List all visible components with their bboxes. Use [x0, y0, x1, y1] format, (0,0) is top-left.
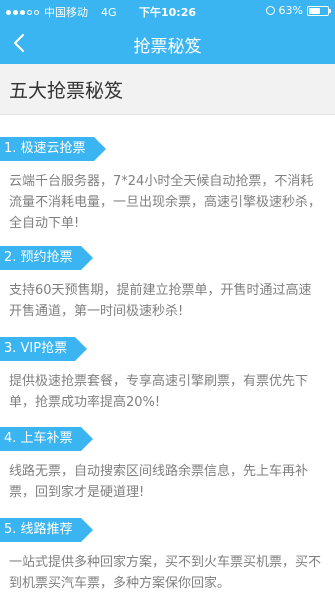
section-text: 线路无票，自动搜索区间线路余票信息，先上车再补票，回到家才是硬道理!: [9, 464, 309, 500]
page-heading: 五大抢票秘笈: [0, 64, 335, 115]
battery-icon: [307, 5, 331, 16]
section-cloud-grab: 1. 极速云抢票 云端千台服务器，7*24小时全天候自动抢票，不消耗流量不消耗电…: [0, 137, 335, 234]
section-text: 提供极速抢票套餐，专享高速引擎刷票，有票优先下单，抢票成功率提高20%!: [9, 374, 309, 410]
page-heading-text: 五大抢票秘笈: [9, 80, 124, 102]
section-tag: 1. 极速云抢票: [0, 137, 106, 161]
section-onboard-ticket: 4. 上车补票 线路无票，自动搜索区间线路余票信息，先上车再补票，回到家才是硬道…: [0, 427, 335, 503]
section-reservation: 2. 预约抢票 支持60天预售期，提前建立抢票单，开售时通过高速开售通道，第一时…: [0, 246, 335, 322]
section-tag: 2. 预约抢票: [0, 246, 93, 270]
battery-percent: 63%: [278, 4, 303, 17]
page-title: 抢票秘笈: [133, 37, 202, 57]
status-bar: 中国移动 4G 下午10:26 63%: [0, 0, 335, 22]
alarm-icon: [265, 6, 275, 15]
section-tag: 3. VIP抢票: [0, 337, 88, 361]
section-tag: 5. 线路推荐: [0, 518, 93, 542]
section-route-recommend: 5. 线路推荐 一站式提供多种回家方案，买不到火车票买机票，买不到机票买汽车票，…: [0, 518, 335, 594]
nav-bar: 抢票秘笈: [0, 22, 335, 64]
section-tag: 4. 上车补票: [0, 427, 93, 451]
status-right: 63%: [265, 4, 331, 17]
section-vip: 3. VIP抢票 提供极速抢票套餐，专享高速引擎刷票，有票优先下单，抢票成功率提…: [0, 337, 335, 413]
section-text: 云端千台服务器，7*24小时全天候自动抢票，不消耗流量不消耗电量，一旦出现余票，…: [9, 174, 322, 231]
section-text: 支持60天预售期，提前建立抢票单，开售时通过高速开售通道，第一时间极速秒杀!: [9, 283, 312, 319]
